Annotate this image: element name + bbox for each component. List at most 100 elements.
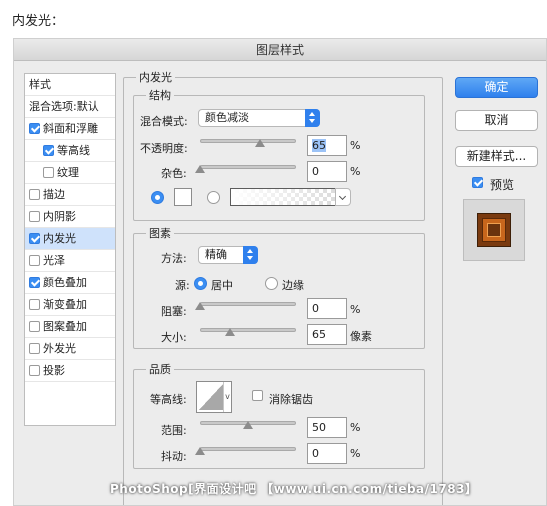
- color-overlay-checkbox[interactable]: [29, 277, 40, 288]
- sidebar-item-label: 图案叠加: [43, 320, 87, 333]
- opacity-slider-thumb[interactable]: [255, 139, 265, 147]
- panel-title: 内发光: [136, 69, 175, 85]
- jitter-slider[interactable]: [200, 447, 296, 451]
- gradient-dropdown-icon[interactable]: [335, 188, 351, 206]
- preview-bevel: [482, 218, 506, 242]
- sidebar-item-label: 纹理: [57, 166, 79, 179]
- contour-dropdown-icon[interactable]: v: [223, 382, 231, 412]
- noise-unit: %: [350, 165, 361, 178]
- page-caption: 内发光：: [12, 14, 65, 29]
- size-input[interactable]: 65: [307, 324, 347, 345]
- solid-color-radio[interactable]: [151, 191, 164, 204]
- sidebar-item-color-overlay[interactable]: 颜色叠加: [25, 272, 115, 294]
- noise-slider-thumb[interactable]: [195, 165, 205, 173]
- sidebar-item-pattern-overlay[interactable]: 图案叠加: [25, 316, 115, 338]
- choke-input[interactable]: 0: [307, 298, 347, 319]
- sidebar-item-label: 外发光: [43, 342, 76, 355]
- select-arrows-icon: [243, 246, 258, 264]
- blend-options-item[interactable]: 混合选项:默认: [25, 96, 115, 118]
- choke-slider-thumb[interactable]: [195, 302, 205, 310]
- layer-style-dialog: 图层样式 样式 混合选项:默认 斜面和浮雕 等高线 纹理 描边 内阴影 内发光: [13, 38, 547, 506]
- blend-mode-label: 混合模式:: [140, 115, 188, 128]
- opacity-unit: %: [350, 139, 361, 152]
- contour-checkbox[interactable]: [43, 145, 54, 156]
- opacity-slider[interactable]: [200, 139, 296, 143]
- size-slider[interactable]: [200, 328, 296, 332]
- gradient-radio[interactable]: [207, 191, 220, 204]
- contour-label: 等高线:: [150, 393, 187, 406]
- linear-contour-icon: [199, 384, 223, 410]
- select-arrows-icon: [305, 109, 320, 127]
- satin-checkbox[interactable]: [29, 255, 40, 266]
- pattern-overlay-checkbox[interactable]: [29, 321, 40, 332]
- preview-checkbox[interactable]: [472, 177, 483, 188]
- range-label: 范围:: [161, 424, 187, 437]
- elements-legend: 图素: [146, 225, 174, 241]
- sidebar-item-stroke[interactable]: 描边: [25, 184, 115, 206]
- antialias-checkbox[interactable]: [252, 390, 263, 401]
- sidebar-item-inner-glow[interactable]: 内发光: [25, 228, 115, 250]
- size-slider-thumb[interactable]: [225, 328, 235, 336]
- noise-slider[interactable]: [200, 165, 296, 169]
- sidebar-item-gradient-overlay[interactable]: 渐变叠加: [25, 294, 115, 316]
- watermark-text: PhotoShop[界面设计吧 【www.ui.cn.com/tieba/178…: [110, 482, 478, 496]
- antialias-label: 消除锯齿: [269, 393, 313, 406]
- contour-picker[interactable]: v: [196, 381, 232, 413]
- inner-glow-checkbox[interactable]: [29, 233, 40, 244]
- stroke-checkbox[interactable]: [29, 189, 40, 200]
- source-center-label: 居中: [211, 279, 233, 292]
- texture-checkbox[interactable]: [43, 167, 54, 178]
- new-style-button[interactable]: 新建样式...: [455, 146, 538, 167]
- noise-label: 杂色:: [161, 167, 187, 180]
- sidebar-item-label: 内阴影: [43, 210, 76, 223]
- preview-label: 预览: [490, 178, 515, 192]
- jitter-input[interactable]: 0: [307, 443, 347, 464]
- sidebar-item-bevel-emboss[interactable]: 斜面和浮雕: [25, 118, 115, 140]
- drop-shadow-checkbox[interactable]: [29, 365, 40, 376]
- gradient-overlay-checkbox[interactable]: [29, 299, 40, 310]
- dialog-title: 图层样式: [14, 39, 546, 61]
- sidebar-item-satin[interactable]: 光泽: [25, 250, 115, 272]
- blend-mode-value: 颜色减淡: [205, 111, 249, 124]
- range-unit: %: [350, 421, 361, 434]
- source-edge-label: 边缘: [282, 279, 304, 292]
- noise-input[interactable]: 0: [307, 161, 347, 182]
- opacity-value: 65: [312, 139, 326, 152]
- style-list-header[interactable]: 样式: [25, 74, 115, 96]
- outer-glow-checkbox[interactable]: [29, 343, 40, 354]
- size-unit: 像素: [350, 330, 372, 343]
- blend-mode-select[interactable]: 颜色减淡: [198, 109, 320, 127]
- cancel-button[interactable]: 取消: [455, 110, 538, 131]
- sidebar-item-label: 颜色叠加: [43, 276, 87, 289]
- sidebar-item-label: 等高线: [57, 144, 90, 157]
- jitter-unit: %: [350, 447, 361, 460]
- quality-legend: 品质: [146, 361, 174, 377]
- glow-gradient-picker[interactable]: [230, 188, 336, 206]
- size-label: 大小:: [161, 331, 187, 344]
- glow-color-swatch[interactable]: [174, 188, 192, 206]
- preview-center: [487, 223, 501, 237]
- inner-shadow-checkbox[interactable]: [29, 211, 40, 222]
- opacity-input[interactable]: 65: [307, 135, 347, 156]
- method-value: 精确: [205, 248, 227, 261]
- sidebar-item-contour[interactable]: 等高线: [25, 140, 115, 162]
- sidebar-item-inner-shadow[interactable]: 内阴影: [25, 206, 115, 228]
- ok-button[interactable]: 确定: [455, 77, 538, 98]
- opacity-label: 不透明度:: [140, 142, 188, 155]
- sidebar-item-label: 斜面和浮雕: [43, 122, 98, 135]
- source-center-radio[interactable]: [194, 277, 207, 290]
- jitter-slider-thumb[interactable]: [195, 447, 205, 455]
- choke-slider[interactable]: [200, 302, 296, 306]
- range-slider-thumb[interactable]: [243, 421, 253, 429]
- method-select[interactable]: 精确: [198, 246, 258, 264]
- method-label: 方法:: [161, 252, 187, 265]
- source-edge-radio[interactable]: [265, 277, 278, 290]
- sidebar-item-label: 光泽: [43, 254, 65, 267]
- style-preview-thumbnail: [463, 199, 525, 261]
- sidebar-item-texture[interactable]: 纹理: [25, 162, 115, 184]
- bevel-emboss-checkbox[interactable]: [29, 123, 40, 134]
- sidebar-item-outer-glow[interactable]: 外发光: [25, 338, 115, 360]
- jitter-label: 抖动:: [161, 450, 187, 463]
- range-input[interactable]: 50: [307, 417, 347, 438]
- sidebar-item-drop-shadow[interactable]: 投影: [25, 360, 115, 382]
